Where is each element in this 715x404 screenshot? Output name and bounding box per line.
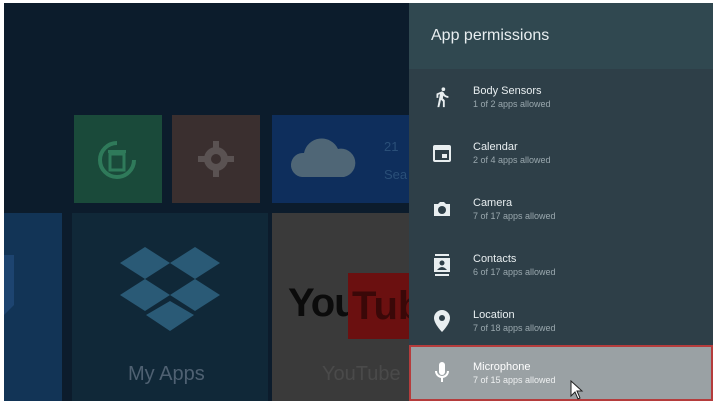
permission-item-body-sensors[interactable]: Body Sensors 1 of 2 apps allowed [409,69,713,125]
permission-name: Calendar [473,140,518,153]
panel-title: App permissions [431,27,550,44]
contacts-icon [431,254,453,276]
cloud-icon [290,138,356,177]
youtube-label: YouTube [322,363,401,385]
permission-item-camera[interactable]: Camera 7 of 17 apps allowed [409,181,713,237]
app-icon [4,255,14,315]
permission-status: 7 of 18 apps allowed [473,322,556,333]
permission-status: 7 of 17 apps allowed [473,210,556,221]
app-permissions-panel: App permissions Body Sensors 1 of 2 apps… [409,3,713,401]
gear-icon [198,141,234,177]
dropbox-icon [120,247,220,331]
panel-header: App permissions [409,3,713,69]
permission-name: Camera [473,196,513,209]
permission-item-location[interactable]: Location 7 of 18 apps allowed [409,293,713,349]
walk-icon [431,86,453,108]
permission-name: Location [473,308,515,321]
weather-temperature: 21 [384,139,399,154]
calendar-icon [431,142,453,164]
tv-screen: 21 Sea My Apps YouTube You Tub App permi… [4,3,713,401]
settings-app-tile[interactable] [172,115,260,203]
youtube-logo-box: Tub [348,273,412,339]
my-apps-tile[interactable]: My Apps [72,213,268,401]
permission-status: 6 of 17 apps allowed [473,266,556,277]
microphone-icon [431,362,453,384]
permission-status: 2 of 4 apps allowed [473,154,551,165]
partial-app-tile[interactable] [4,213,62,401]
permission-item-microphone[interactable]: Microphone 7 of 15 apps allowed [409,345,713,401]
permission-name: Contacts [473,252,517,265]
cleaner-app-tile[interactable] [74,115,162,203]
permission-item-calendar[interactable]: Calendar 2 of 4 apps allowed [409,125,713,181]
permission-status: 1 of 2 apps allowed [473,98,551,109]
camera-icon [431,198,453,220]
weather-location: Sea [384,167,408,182]
permission-name: Body Sensors [473,84,542,97]
location-pin-icon [431,310,453,332]
trash-cleaner-icon [98,141,136,179]
mouse-pointer-icon [570,380,584,400]
weather-app-tile[interactable]: 21 Sea [272,115,432,203]
my-apps-label: My Apps [128,363,205,385]
permission-name: Microphone [473,360,531,373]
permission-status: 7 of 15 apps allowed [473,374,556,385]
permission-item-contacts[interactable]: Contacts 6 of 17 apps allowed [409,237,713,293]
